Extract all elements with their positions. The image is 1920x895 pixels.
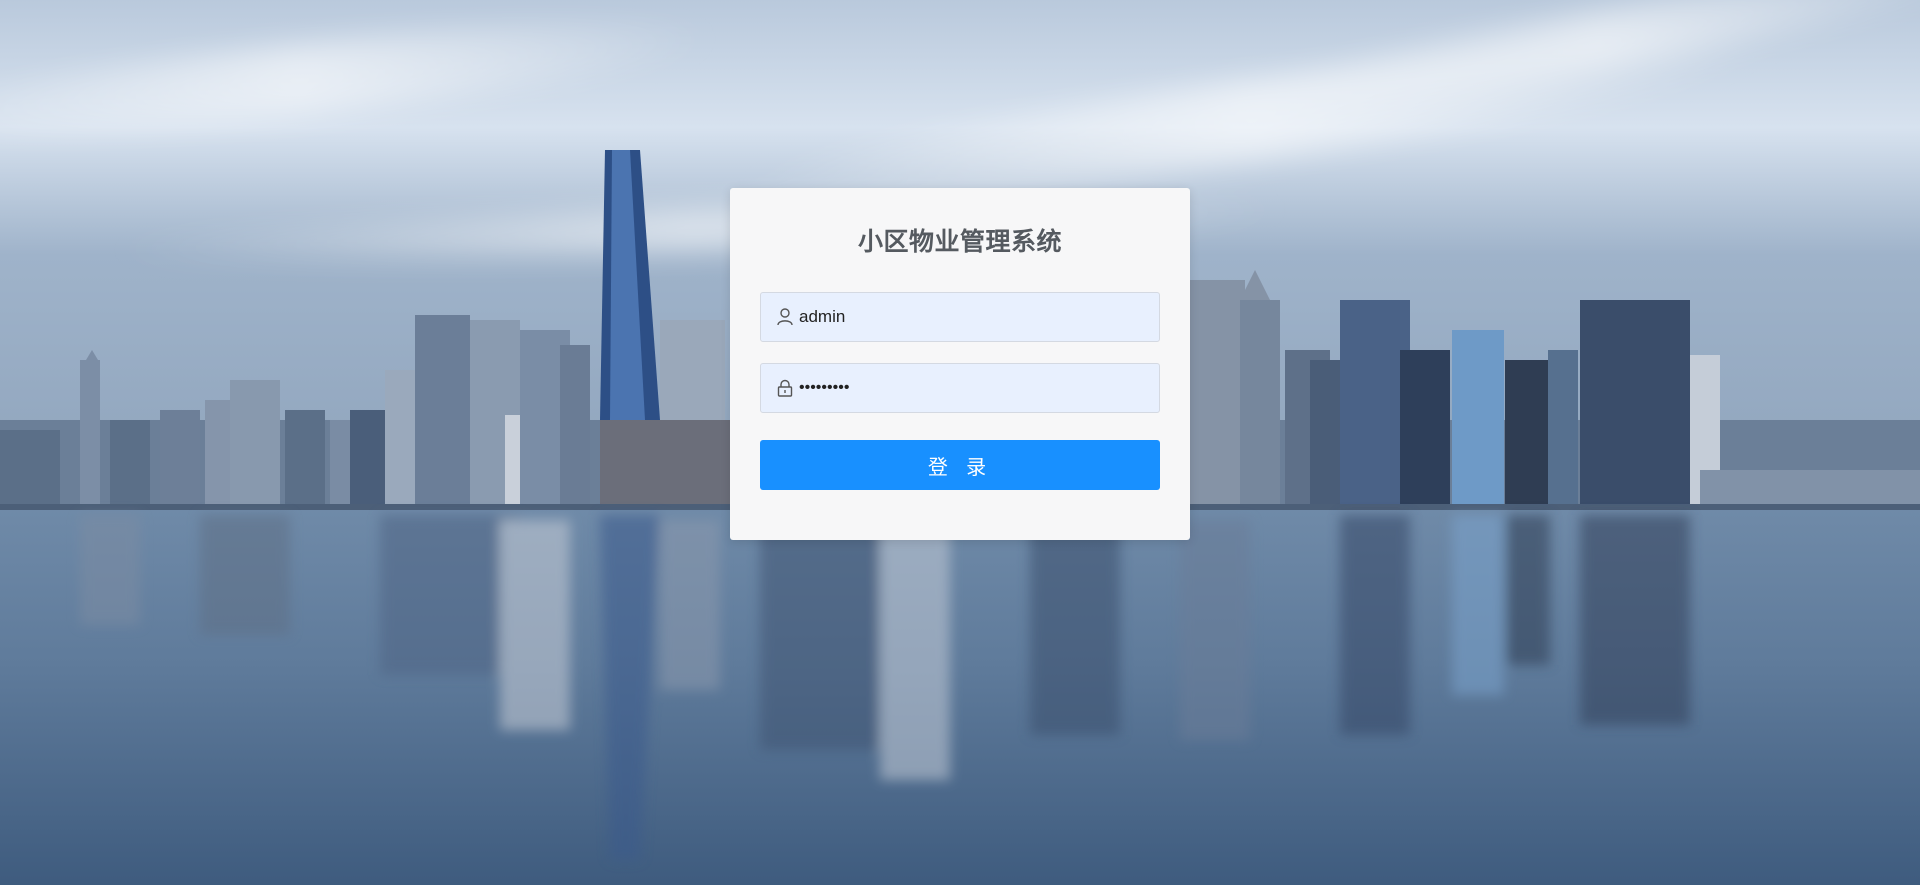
password-field[interactable] bbox=[760, 363, 1160, 413]
page-title: 小区物业管理系统 bbox=[857, 228, 1062, 256]
lock-icon bbox=[775, 378, 795, 398]
username-input[interactable] bbox=[799, 293, 1159, 341]
user-icon bbox=[775, 307, 795, 327]
login-button[interactable]: 登 录 bbox=[760, 440, 1160, 490]
username-field[interactable] bbox=[760, 292, 1160, 342]
password-input[interactable] bbox=[799, 364, 1159, 412]
login-card: 小区物业管理系统 登 录 bbox=[730, 188, 1190, 540]
